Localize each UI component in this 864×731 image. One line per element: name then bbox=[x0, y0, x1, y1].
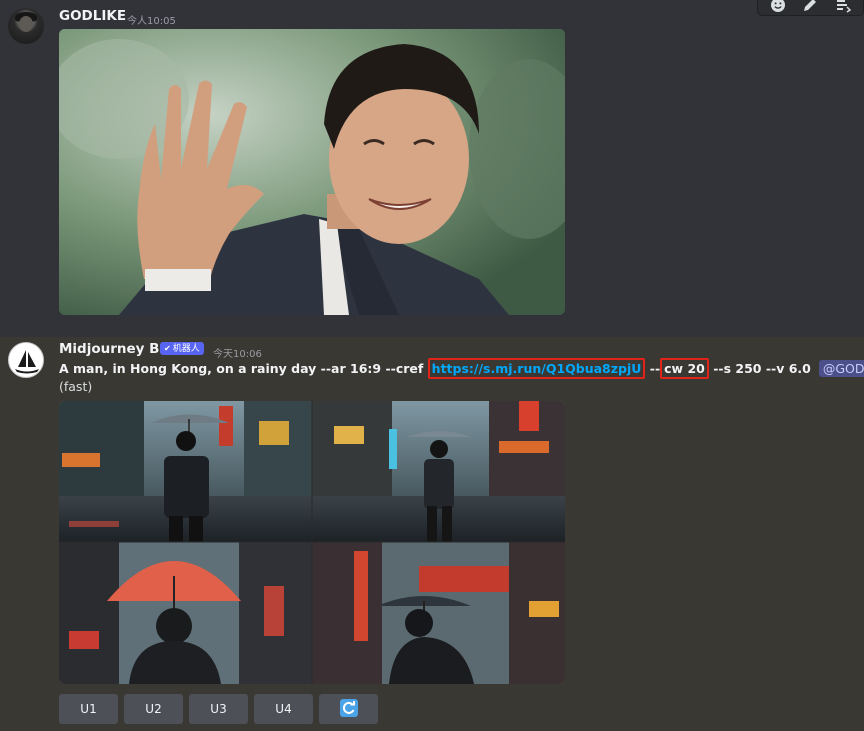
bot-username[interactable]: Midjourney Bot bbox=[59, 341, 175, 357]
user-avatar[interactable] bbox=[8, 8, 44, 44]
message-hover-toolbar bbox=[757, 0, 864, 16]
thread-icon[interactable] bbox=[832, 0, 854, 15]
reroll-button[interactable] bbox=[319, 694, 378, 724]
upscale-button-row: U1 U2 U3 U4 bbox=[59, 694, 378, 724]
upscale-4-button[interactable]: U4 bbox=[254, 694, 313, 724]
attached-photo-man-waving[interactable] bbox=[59, 29, 565, 315]
prompt-text: A man, in Hong Kong, on a rainy day --ar… bbox=[59, 358, 864, 379]
username[interactable]: GODLIKE bbox=[59, 8, 126, 24]
generation-mode: (fast) bbox=[59, 379, 93, 394]
cref-link-highlight: https://s.mj.run/Q1Qbua8zpjU bbox=[427, 358, 646, 379]
message-user: GODLIKE 今人10:05 bbox=[0, 0, 864, 337]
verified-check-icon: ✔ bbox=[164, 344, 171, 353]
user-mention[interactable]: @GODLIKE bbox=[818, 360, 864, 377]
refresh-icon bbox=[339, 698, 358, 720]
midjourney-bot-avatar[interactable] bbox=[8, 342, 44, 378]
grid-image-3 bbox=[59, 542, 312, 684]
generated-image-grid[interactable] bbox=[59, 401, 565, 684]
upscale-1-button[interactable]: U1 bbox=[59, 694, 118, 724]
cref-link[interactable]: https://s.mj.run/Q1Qbua8zpjU bbox=[432, 361, 642, 376]
grid-image-1 bbox=[59, 401, 312, 542]
edit-icon[interactable] bbox=[799, 0, 821, 15]
bot-badge: ✔ 机器人 bbox=[160, 342, 204, 355]
emoji-icon[interactable] bbox=[767, 0, 789, 15]
grid-image-2 bbox=[312, 401, 565, 542]
grid-image-4 bbox=[312, 542, 565, 684]
cw-param-highlight: cw 20 bbox=[660, 358, 709, 379]
upscale-3-button[interactable]: U3 bbox=[189, 694, 248, 724]
upscale-2-button[interactable]: U2 bbox=[124, 694, 183, 724]
message-timestamp: 今人10:05 bbox=[127, 16, 176, 27]
message-timestamp: 今天10:06 bbox=[213, 349, 262, 360]
